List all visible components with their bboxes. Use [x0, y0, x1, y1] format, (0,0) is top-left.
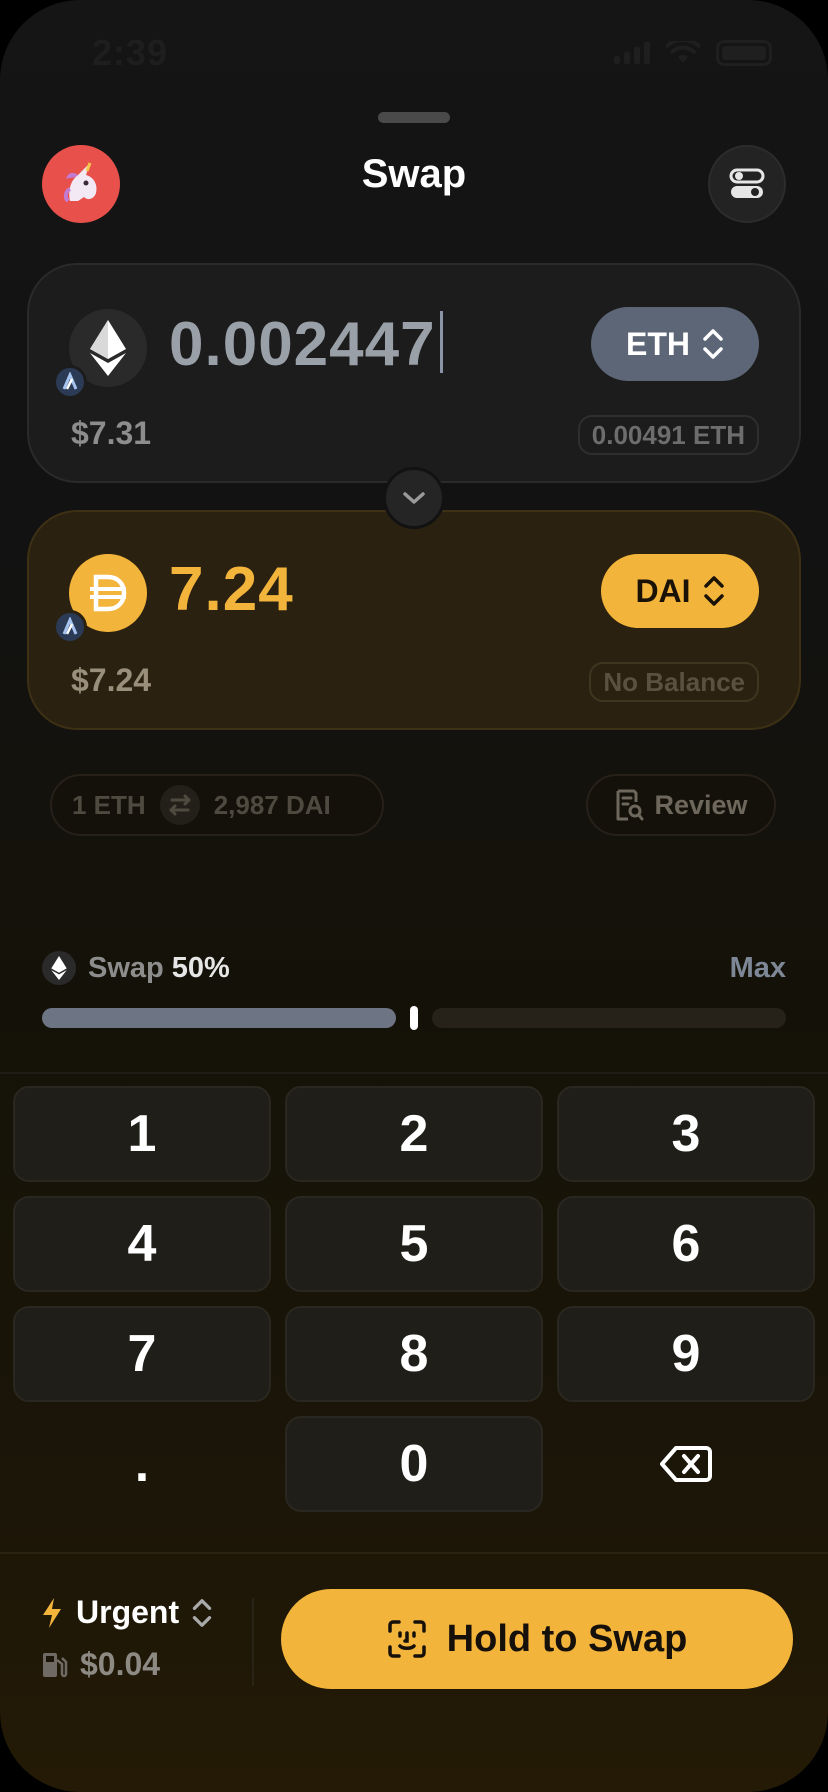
review-button[interactable]: Review: [586, 774, 776, 836]
slider-thumb[interactable]: [410, 1006, 418, 1030]
chevron-up-down-icon: [703, 576, 724, 606]
sheet-grabber[interactable]: [378, 112, 450, 123]
key-7[interactable]: 7: [13, 1306, 271, 1402]
swap-percent-label: Swap: [88, 951, 164, 984]
document-search-icon: [616, 789, 644, 821]
slider-fill: [42, 1008, 396, 1028]
wifi-icon: [666, 41, 700, 63]
chevron-up-down-icon: [703, 329, 723, 359]
page-title: Swap: [361, 152, 467, 196]
arbitrum-icon: [53, 610, 87, 644]
output-balance-badge: No Balance: [589, 662, 759, 702]
number-keypad: 1 2 3 4 5 6 7 8 9 . 0: [13, 1086, 815, 1512]
output-usd-value: $7.24: [71, 662, 152, 698]
max-button[interactable]: Max: [730, 952, 786, 985]
key-5[interactable]: 5: [285, 1196, 543, 1292]
swap-percent-slider[interactable]: [42, 1006, 786, 1030]
status-icons: [614, 40, 772, 66]
key-0[interactable]: 0: [285, 1416, 543, 1512]
backspace-icon: [660, 1446, 712, 1482]
key-6[interactable]: 6: [557, 1196, 815, 1292]
key-1[interactable]: 1: [13, 1086, 271, 1182]
input-usd-value: $7.31: [71, 415, 152, 451]
output-token-selector[interactable]: DAI: [601, 554, 759, 628]
footer-border: [0, 1552, 828, 1554]
swap-screen: 2:39 Swap 0.002447 ETH $7.31 0.00491 ETH…: [0, 0, 828, 1792]
gas-fee-value: $0.04: [80, 1646, 161, 1682]
review-label: Review: [654, 789, 748, 820]
input-amount-value: 0.002447: [169, 310, 436, 379]
slider-remaining: [432, 1008, 786, 1028]
status-time: 2:39: [92, 32, 169, 73]
key-3[interactable]: 3: [557, 1086, 815, 1182]
toggle-settings-icon: [729, 168, 765, 198]
gas-pump-icon: [43, 1652, 68, 1677]
keypad-divider: [0, 1072, 828, 1074]
face-id-icon: [387, 1620, 426, 1658]
key-8[interactable]: 8: [285, 1306, 543, 1402]
input-amount[interactable]: 0.002447: [169, 309, 443, 380]
eth-icon: [42, 951, 76, 985]
chevron-down-icon: [403, 492, 425, 504]
rate-left: 1 ETH: [72, 789, 146, 820]
key-4[interactable]: 4: [13, 1196, 271, 1292]
dai-icon: [53, 554, 147, 644]
footer-divider: [252, 1598, 254, 1686]
battery-icon: [716, 40, 772, 66]
speed-selector[interactable]: Urgent: [40, 1594, 213, 1631]
flip-tokens-button[interactable]: [383, 467, 445, 529]
text-caret: [439, 311, 443, 373]
eth-icon: [53, 309, 147, 399]
output-amount[interactable]: 7.24: [169, 554, 294, 625]
input-token-selector[interactable]: ETH: [591, 307, 759, 381]
input-token-card[interactable]: 0.002447 ETH $7.31 0.00491 ETH: [27, 263, 801, 483]
signal-icon: [614, 42, 650, 64]
arbitrum-icon: [53, 365, 87, 399]
hold-to-swap-label: Hold to Swap: [446, 1617, 688, 1660]
rate-right: 2,987 DAI: [213, 789, 331, 820]
output-token-symbol: DAI: [635, 572, 691, 609]
chevron-up-down-icon: [192, 1598, 212, 1627]
settings-button[interactable]: [708, 145, 786, 223]
output-token-card[interactable]: 7.24 DAI $7.24 No Balance: [27, 510, 801, 730]
swap-arrows-icon: [159, 785, 200, 825]
key-decimal[interactable]: .: [13, 1416, 271, 1512]
key-9[interactable]: 9: [557, 1306, 815, 1402]
backspace-key[interactable]: [557, 1416, 815, 1512]
input-token-symbol: ETH: [626, 325, 690, 362]
status-bar: 2:39: [0, 0, 828, 110]
swap-percent-row: Swap 50% Max: [42, 948, 786, 988]
input-balance-badge[interactable]: 0.00491 ETH: [577, 415, 759, 455]
swap-percent-value: 50%: [171, 951, 230, 984]
lightning-icon: [43, 1597, 61, 1628]
gas-fee: $0.04: [40, 1646, 160, 1683]
exchange-rate-pill[interactable]: 1 ETH 2,987 DAI: [50, 774, 384, 836]
speed-label: Urgent: [76, 1594, 180, 1630]
hold-to-swap-button[interactable]: Hold to Swap: [281, 1589, 793, 1689]
key-2[interactable]: 2: [285, 1086, 543, 1182]
